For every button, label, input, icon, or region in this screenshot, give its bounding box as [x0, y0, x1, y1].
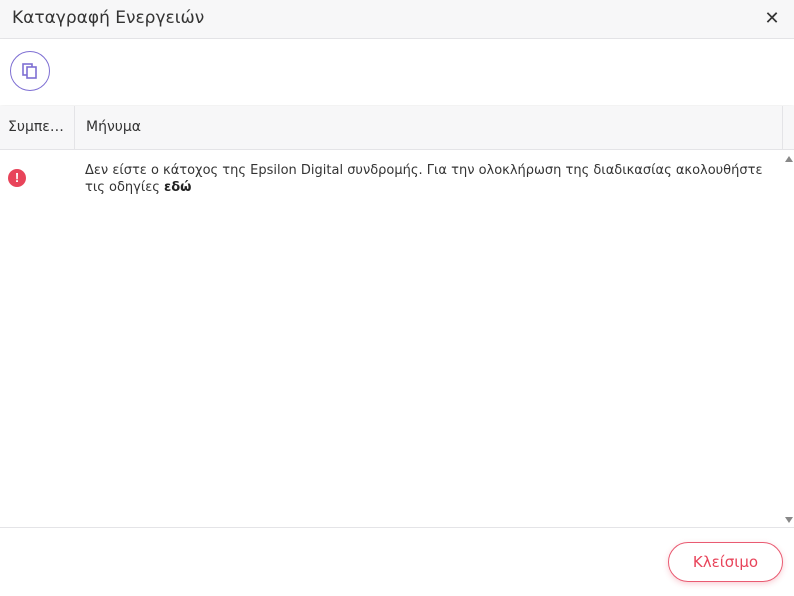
toolbar	[0, 39, 794, 105]
close-button[interactable]: Κλείσιμο	[668, 542, 783, 582]
grid-header: Συμπε… Μήνυμα	[0, 106, 794, 150]
dialog-title: Καταγραφή Ενεργειών	[12, 8, 205, 28]
close-icon[interactable]: ✕	[760, 6, 784, 30]
table-row[interactable]: ! Δεν είστε ο κάτοχος της Epsilon Digita…	[0, 150, 782, 210]
dialog-titlebar: Καταγραφή Ενεργειών ✕	[0, 0, 794, 39]
copy-icon	[22, 63, 37, 79]
error-icon: !	[8, 169, 26, 187]
instructions-link[interactable]: εδώ	[164, 180, 191, 195]
scroll-up-arrow-icon[interactable]	[785, 156, 793, 162]
copy-button[interactable]	[10, 51, 50, 91]
dialog-footer: Κλείσιμο	[0, 527, 794, 596]
message-text: Δεν είστε ο κάτοχος της Epsilon Digital …	[85, 162, 775, 196]
grid-body: ! Δεν είστε ο κάτοχος της Epsilon Digita…	[0, 150, 794, 527]
column-header-message[interactable]: Μήνυμα	[75, 106, 783, 149]
scroll-down-arrow-icon[interactable]	[785, 517, 793, 523]
column-header-severity[interactable]: Συμπε…	[0, 106, 75, 149]
